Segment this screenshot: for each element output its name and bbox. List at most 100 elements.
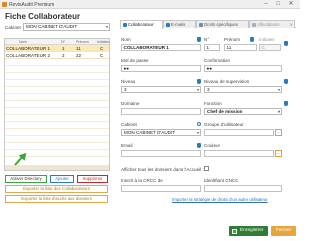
couleur-picker-button[interactable]: ... — [275, 150, 282, 157]
identifiant-cncc-label: Identifiant CNCC — [204, 178, 239, 183]
save-icon — [232, 228, 237, 234]
supprimer-button[interactable]: Supprimer — [77, 175, 108, 183]
empty-row — [5, 143, 109, 150]
cabinet-select[interactable]: MON CABINET D'AUDIT ▾ — [121, 129, 201, 136]
export-collaborateurs-button[interactable]: Exporter la liste des Collaborateurs — [5, 185, 108, 193]
enregistrer-button[interactable]: Enregistrer — [229, 226, 268, 236]
fermer-button[interactable]: Fermer — [271, 226, 296, 236]
domaine-label: Domaine — [121, 101, 140, 106]
identifiant-cncc-field[interactable] — [204, 185, 282, 192]
cabinet-value: MON CABINET D'AUDIT — [124, 130, 176, 135]
inscrit-crcc-field[interactable] — [121, 185, 201, 192]
import-strategie-link[interactable]: Importer la stratégie de droits d'un aut… — [172, 197, 268, 202]
niveau-supervision-select[interactable]: 3 ▾ — [204, 86, 282, 93]
cabinet-filter-select[interactable]: MON CABINET D'AUDIT ▾ — [23, 23, 110, 31]
chevron-down-icon: ▾ — [196, 130, 199, 135]
enregistrer-label: Enregistrer — [240, 228, 264, 233]
groupe-field[interactable] — [204, 129, 274, 136]
cell-numero: 2 — [62, 53, 65, 58]
afficher-dossiers-label: Afficher tous les dossiers dans l'Accuei… — [121, 167, 204, 172]
empty-row — [5, 73, 109, 80]
table-row[interactable]: COLLABORATEUR 1 1 11 C — [5, 45, 109, 52]
empty-row — [5, 94, 109, 101]
groupe-label: Groupe d'utilisateur — [204, 122, 244, 127]
column-header-nom[interactable]: Nom — [19, 40, 27, 44]
empty-row — [5, 101, 109, 108]
tab-collaborateur[interactable]: Collaborateur — [120, 20, 163, 29]
empty-row — [5, 80, 109, 87]
email-field[interactable] — [121, 150, 201, 157]
tab-label: Droits spécifiques — [204, 22, 238, 27]
table-row[interactable]: COLLABORATEUR 2 2 22 C — [5, 52, 109, 59]
shield-icon — [197, 79, 201, 84]
user-icon — [122, 22, 127, 27]
cell-nom: COLLABORATEUR 1 — [6, 46, 51, 51]
prenom-label: Prénom — [224, 37, 241, 42]
shield-icon — [250, 37, 254, 42]
domaine-field[interactable] — [121, 108, 201, 115]
chevron-down-icon: ▾ — [196, 87, 199, 92]
tab-emails[interactable]: E-mails — [163, 20, 196, 28]
tab-bar: Collaborateur E-mails Droits spécifiques… — [120, 20, 296, 29]
empty-row — [5, 129, 109, 136]
fonction-value: Chef de mission — [207, 109, 243, 114]
empty-row — [5, 115, 109, 122]
page-title: Fiche Collaborateur — [5, 12, 81, 21]
niveau-select[interactable]: 3 ▾ — [121, 86, 201, 93]
ajouter-button[interactable]: Ajouter — [50, 175, 74, 183]
minimize-button[interactable]: – — [261, 0, 271, 9]
cell-prenom: 11 — [76, 46, 81, 51]
niveau-label: Niveau — [121, 79, 136, 84]
close-window-button[interactable]: ✕ — [286, 0, 296, 9]
empty-row — [5, 59, 109, 66]
empty-row — [5, 122, 109, 129]
email-label: Email — [121, 143, 133, 148]
cabinet-label: Cabinet — [121, 122, 137, 127]
nom-field[interactable]: COLLABORATEUR 1 — [121, 44, 201, 51]
cell-prenom: 22 — [76, 53, 82, 58]
cabinet-filter-value: MON CABINET D'AUDIT — [26, 24, 78, 29]
activer-directory-button[interactable]: Activer Directory — [5, 175, 47, 183]
cell-initiales: C — [100, 46, 104, 51]
afficher-dossiers-checkbox[interactable] — [204, 166, 209, 171]
initiales-label: Initiales — [259, 37, 275, 42]
empty-row — [5, 66, 109, 73]
niveau-supervision-value: 3 — [207, 87, 210, 92]
tab-affectations[interactable]: Affectations ✕ — [249, 20, 295, 28]
cell-initiales: C — [100, 53, 104, 58]
prenom-field[interactable]: 11 — [224, 44, 257, 51]
numero-field[interactable]: 1 — [204, 44, 220, 51]
shield-icon — [197, 37, 201, 42]
nom-label: Nom — [121, 37, 131, 42]
collaborators-table: Nom N° Prénom Initiales COLLABORATEUR 1 … — [4, 38, 110, 171]
couleur-field[interactable] — [204, 150, 274, 157]
folder-icon — [251, 22, 256, 27]
export-acces-dossiers-button[interactable]: Exporter la liste d'accès aux dossiers — [5, 195, 108, 203]
empty-row — [5, 136, 109, 143]
table-footer — [5, 165, 109, 170]
column-header-initiales[interactable]: Initiales — [97, 40, 109, 44]
fonction-select[interactable]: Chef de mission ▾ — [204, 108, 282, 115]
grid-icon — [198, 22, 203, 27]
column-header-prenom[interactable]: Prénom — [76, 40, 89, 44]
tab-label: Affectations — [257, 22, 280, 27]
title-bar: RevisAudit Premium – □ ✕ — [0, 0, 300, 9]
shield-icon — [284, 79, 288, 84]
empty-row — [5, 87, 109, 94]
niveau-supervision-label: Niveau de supervision — [204, 79, 250, 84]
tab-droits-specifiques[interactable]: Droits spécifiques — [196, 20, 249, 28]
groupe-picker-button[interactable]: ... — [275, 129, 282, 136]
niveau-value: 3 — [124, 87, 127, 92]
shield-icon — [284, 41, 288, 46]
tab-label: Collaborateur — [128, 22, 154, 27]
empty-row — [5, 108, 109, 115]
inscrit-crcc-label: Inscrit à la CRCC de — [121, 178, 163, 183]
confirmation-field[interactable]: ●● — [204, 65, 282, 72]
close-icon[interactable]: ✕ — [290, 21, 293, 28]
info-icon — [197, 122, 201, 126]
mot-de-passe-field[interactable]: ●● — [121, 65, 201, 72]
maximize-button[interactable]: □ — [273, 0, 283, 9]
chevron-down-icon: ▾ — [277, 109, 280, 114]
column-header-numero[interactable]: N° — [61, 40, 65, 44]
cell-numero: 1 — [62, 46, 65, 51]
